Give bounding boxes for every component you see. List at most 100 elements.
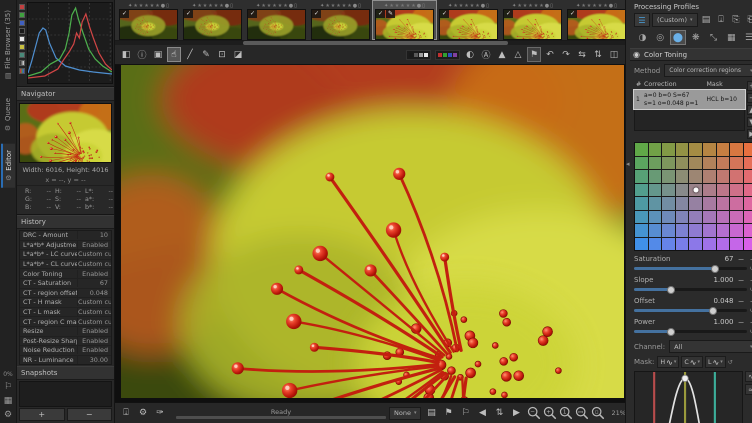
histogram-toggle-mode-linear[interactable] <box>19 52 25 58</box>
rgb-preview-swatches[interactable] <box>435 50 460 60</box>
histogram-toggle-channel-blue[interactable] <box>19 20 25 26</box>
color-grid-cell[interactable] <box>730 224 743 237</box>
next-image-icon[interactable]: ▶ <box>509 406 523 421</box>
previous-image-icon[interactable]: ◀ <box>475 406 489 421</box>
move-region-up-button[interactable]: ▲ <box>747 105 752 115</box>
trash-icon[interactable]: ▯ <box>358 3 361 9</box>
history-row[interactable]: CT - H maskCustom curve <box>20 298 111 308</box>
add-snapshot-button[interactable]: + <box>19 408 65 421</box>
star-icon[interactable]: ★ <box>208 3 212 9</box>
slider-increment-button[interactable]: + <box>749 255 752 264</box>
ab-color-grid[interactable] <box>634 142 752 251</box>
star-icon[interactable]: ★ <box>603 3 607 9</box>
color-label-icon[interactable]: ✦ <box>384 3 388 9</box>
color-label-icon[interactable]: ✦ <box>256 3 260 9</box>
caret-down-icon[interactable]: ▾ <box>697 359 700 365</box>
color-grid-cell[interactable] <box>662 143 675 156</box>
color-grid-cell[interactable] <box>717 170 730 183</box>
color-grid-cell[interactable] <box>717 157 730 170</box>
slider-value[interactable]: 0.048 <box>713 297 733 305</box>
color-grid-cell[interactable] <box>744 211 752 224</box>
color-grid-cell[interactable] <box>662 197 675 210</box>
color-grid-cell[interactable] <box>649 224 662 237</box>
color-grid-cell[interactable] <box>717 211 730 224</box>
slider-track[interactable] <box>634 267 747 270</box>
method-dropdown[interactable]: Color correction regions ▾ <box>664 64 752 77</box>
power-icon[interactable]: ◉ <box>633 50 640 59</box>
slider-increment-button[interactable]: + <box>749 276 752 285</box>
color-grid-cell[interactable] <box>635 197 648 210</box>
history-row[interactable]: CT - Saturation67 <box>20 279 111 289</box>
rank-circle-icon[interactable]: ● <box>609 3 613 9</box>
tab-queue[interactable]: ⚙ Queue <box>2 92 14 138</box>
trash-icon[interactable]: ▯ <box>166 3 169 9</box>
mask-curve-icon[interactable]: ∿ <box>666 358 673 367</box>
color-grid-cell[interactable] <box>676 170 689 183</box>
mask-curve-icon[interactable]: ∿ <box>713 358 720 367</box>
stamp-icon[interactable]: ◫ <box>607 47 621 62</box>
star-icon[interactable]: ★ <box>214 3 218 9</box>
grid-icon[interactable]: ▦ <box>4 396 13 406</box>
color-grid-cell[interactable] <box>703 184 716 197</box>
caret-down-icon[interactable]: ▾ <box>674 359 677 365</box>
zoom-in-icon[interactable]: + <box>542 406 557 421</box>
color-grid-cell[interactable] <box>730 170 743 183</box>
color-grid-cell[interactable] <box>662 211 675 224</box>
color-grid-cell[interactable] <box>662 157 675 170</box>
color-grid-cell[interactable] <box>744 238 752 251</box>
star-icon[interactable]: ★ <box>598 3 602 9</box>
star-icon[interactable]: ★ <box>139 3 143 9</box>
color-grid-cell[interactable] <box>676 157 689 170</box>
color-grid-cell[interactable] <box>744 224 752 237</box>
color-grid-cell[interactable] <box>635 224 648 237</box>
edit-external-icon[interactable]: ✑ <box>153 406 167 421</box>
rank-circle-icon[interactable]: ● <box>289 3 293 9</box>
swap-view-icon[interactable]: ⇅ <box>492 406 506 421</box>
zoom-fit-crop-icon[interactable]: ▫ <box>590 406 605 421</box>
trash-icon[interactable]: ▯ <box>230 3 233 9</box>
queue-icon-bottom[interactable]: ⚙ <box>136 406 150 421</box>
color-grid-cell[interactable] <box>676 197 689 210</box>
crop-icon[interactable]: ⊡ <box>215 47 229 62</box>
trash-icon[interactable]: ▯ <box>614 3 617 9</box>
star-icon[interactable]: ★ <box>539 3 543 9</box>
color-toning-header[interactable]: ◉ Color Toning <box>630 48 752 61</box>
star-icon[interactable]: ★ <box>133 3 137 9</box>
star-icon[interactable]: ★ <box>453 3 457 9</box>
star-icon[interactable]: ★ <box>283 3 287 9</box>
slider-track[interactable] <box>634 288 747 291</box>
color-grid-cell[interactable] <box>730 211 743 224</box>
color-label-icon[interactable]: ✦ <box>128 3 132 9</box>
rotate-left-icon[interactable]: ↶ <box>543 47 557 62</box>
color-grid-cell[interactable] <box>744 184 752 197</box>
filmstrip-thumb[interactable]: ✦★★★★★●▯✓✎ <box>373 1 436 39</box>
duplicate-region-button[interactable]: ▶ <box>747 129 752 139</box>
slider-thumb[interactable] <box>711 265 719 273</box>
rotate-right-icon[interactable]: ↷ <box>559 47 573 62</box>
slider-value[interactable]: 1.000 <box>713 318 733 326</box>
star-icon[interactable]: ★ <box>197 3 201 9</box>
slider-increment-button[interactable]: + <box>749 297 752 306</box>
highlight-clip-icon[interactable]: △ <box>511 47 525 62</box>
profile-list-icon[interactable]: ☰ <box>634 13 650 27</box>
filmstrip-thumb[interactable]: ✦★★★★★●▯✓ <box>309 1 372 39</box>
zoom-one-to-one-icon[interactable]: 1 <box>558 406 573 421</box>
filmstrip-thumb[interactable]: ✦★★★★★●▯✓ <box>117 1 180 39</box>
filmstrip-thumb[interactable]: ✦★★★★★●▯✓ <box>245 1 308 39</box>
slider-decrement-button[interactable]: − <box>737 297 746 306</box>
apply-profile-icon[interactable]: ⚑ <box>441 406 455 421</box>
color-grid-cell[interactable] <box>649 238 662 251</box>
flip-vertical-icon[interactable]: ⇅ <box>591 47 605 62</box>
color-grid-cell[interactable] <box>676 143 689 156</box>
zoom-out-icon[interactable]: − <box>526 406 541 421</box>
quick-profile-dropdown[interactable]: None ▾ <box>389 407 421 420</box>
color-label-icon[interactable]: ✦ <box>512 3 516 9</box>
color-grid-cell[interactable] <box>689 170 702 183</box>
filmstrip-scrollbar[interactable] <box>115 41 625 45</box>
history-row[interactable]: NR - Luminance30.00 <box>20 356 111 365</box>
panel-toggle-left-icon[interactable]: ◧ <box>119 47 133 62</box>
color-grid-cell[interactable] <box>635 170 648 183</box>
remove-region-button[interactable]: − <box>747 93 752 103</box>
star-icon[interactable]: ★ <box>528 3 532 9</box>
histogram-toggle-channel-green[interactable] <box>19 12 25 18</box>
